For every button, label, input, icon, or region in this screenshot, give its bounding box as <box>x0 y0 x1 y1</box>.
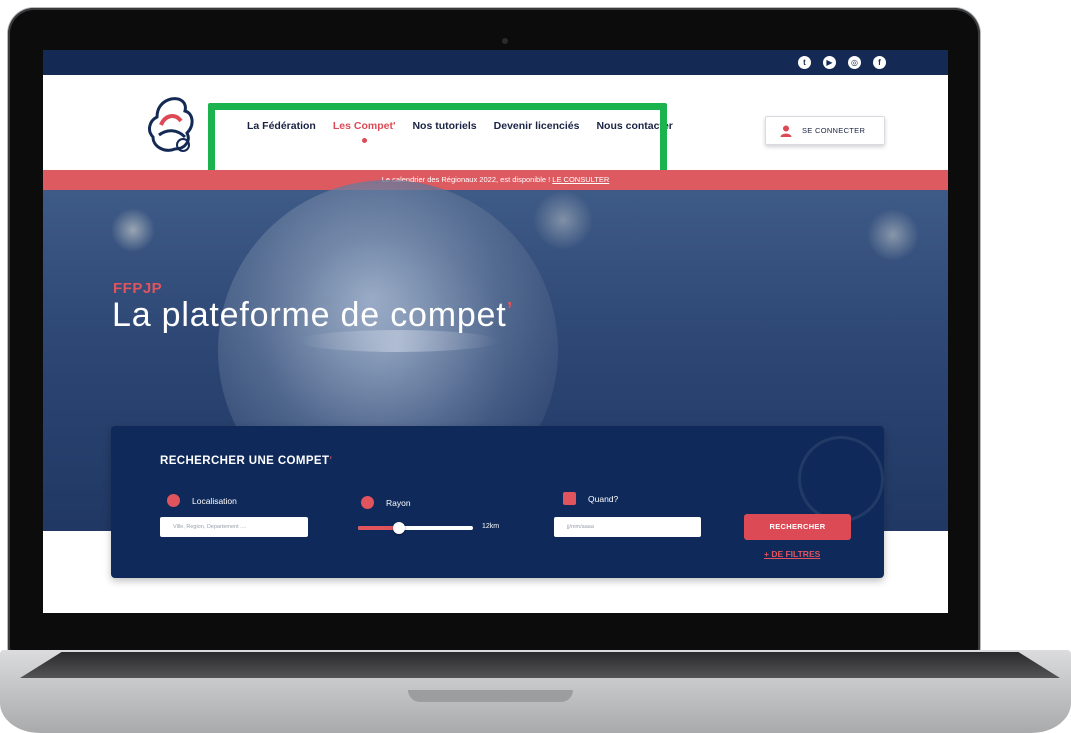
login-button[interactable]: SE CONNECTER <box>765 116 885 145</box>
ffpjp-logo[interactable] <box>141 95 199 157</box>
search-panel: RECHERCHER UNE COMPET’ Localisation Vill… <box>111 426 884 578</box>
location-input[interactable]: Ville, Region, Departement .... <box>160 517 308 537</box>
top-bar: t ▶ ◎ f <box>43 50 948 75</box>
search-title-text: RECHERCHER UNE COMPET <box>160 455 330 467</box>
location-label-text: Localisation <box>192 495 237 506</box>
hero-label: FFPJP <box>113 280 163 297</box>
date-label-text: Quand? <box>588 493 619 504</box>
search-title: RECHERCHER UNE COMPET’ <box>160 455 332 467</box>
laptop-keyboard-edge <box>20 652 1060 678</box>
radius-slider-handle[interactable] <box>393 522 406 534</box>
user-icon <box>780 125 792 137</box>
banner-link[interactable]: LE CONSULTER <box>552 175 609 184</box>
date-label: Quand? <box>563 492 618 505</box>
announcement-banner: Le calendrier des Régionaux 2022, est di… <box>43 170 948 190</box>
location-label: Localisation <box>167 494 237 507</box>
facebook-icon[interactable]: f <box>873 56 886 69</box>
camera <box>502 38 508 44</box>
hero-title: La plateforme de compet’ <box>112 296 514 335</box>
hero-title-tick: ’ <box>506 296 514 327</box>
search-title-tick: ’ <box>329 455 333 465</box>
laptop-notch <box>408 690 573 702</box>
calendar-icon <box>563 492 576 505</box>
date-input[interactable]: jj/mm/aaaa <box>554 517 701 537</box>
login-label: SE CONNECTER <box>802 126 866 135</box>
instagram-icon[interactable]: ◎ <box>848 56 861 69</box>
radius-label-text: Rayon <box>386 497 411 508</box>
radius-icon <box>361 496 374 509</box>
location-pin-icon <box>167 494 180 507</box>
search-button[interactable]: RECHERCHER <box>744 514 851 540</box>
more-filters-link[interactable]: + DE FILTRES <box>764 549 820 559</box>
radius-slider[interactable] <box>358 522 473 534</box>
youtube-icon[interactable]: ▶ <box>823 56 836 69</box>
ball-outline-icon <box>798 436 884 522</box>
screen: t ▶ ◎ f La Fédération Les Compet' Nos tu… <box>43 50 948 613</box>
radius-label: Rayon <box>361 496 411 509</box>
nav-highlight-box <box>208 103 667 178</box>
site-header: La Fédération Les Compet' Nos tutoriels … <box>43 75 948 178</box>
social-links: t ▶ ◎ f <box>798 56 886 69</box>
radius-value: 12km <box>482 523 500 530</box>
twitter-icon[interactable]: t <box>798 56 811 69</box>
hero-title-text: La plateforme de compet <box>112 296 507 334</box>
